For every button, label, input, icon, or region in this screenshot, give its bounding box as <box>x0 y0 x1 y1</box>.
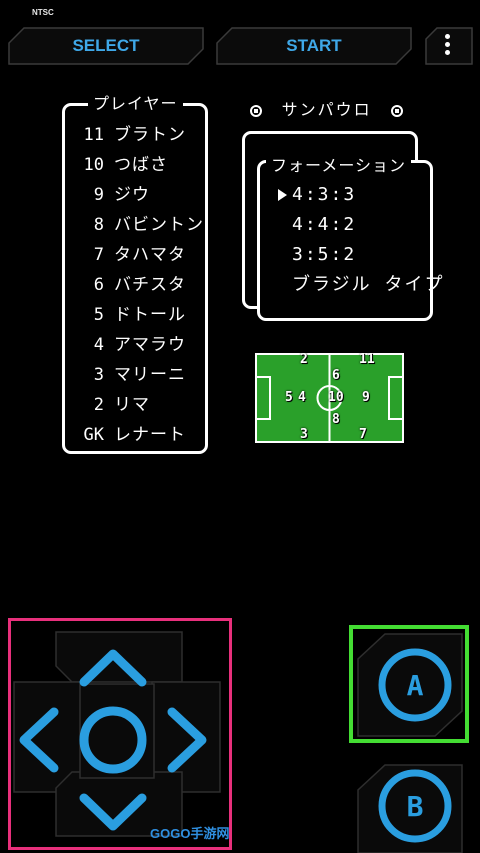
player-row[interactable]: 9 ジウ <box>62 180 202 210</box>
menu-button[interactable] <box>425 27 473 65</box>
player-row[interactable]: GK レナート <box>62 420 202 450</box>
player-name: タハマタ <box>114 245 186 265</box>
team-name: サンパウロ <box>281 100 372 119</box>
formation-option[interactable]: ブラジル タイプ <box>280 270 444 300</box>
player-row[interactable]: 10 つばさ <box>62 150 202 180</box>
player-name: ドトール <box>114 305 186 325</box>
field-position: 10 <box>328 390 344 405</box>
field-position: 9 <box>362 390 370 405</box>
team-name-label: サンパウロ <box>250 96 404 120</box>
player-name: アマラウ <box>114 335 186 355</box>
player-name: ジウ <box>114 185 150 205</box>
player-list-title: プレイヤー <box>88 95 183 113</box>
player-row[interactable]: 2 リマ <box>62 390 202 420</box>
video-mode-label: NTSC <box>32 8 54 17</box>
player-name: リマ <box>114 395 150 415</box>
player-number: GK <box>83 425 104 445</box>
a-button[interactable]: A <box>355 631 465 739</box>
player-number: 10 <box>83 155 104 175</box>
player-row[interactable]: 8 バビントン <box>62 210 204 240</box>
player-row[interactable]: 7 タハマタ <box>62 240 202 270</box>
player-number: 2 <box>93 395 104 415</box>
a-button-label: A <box>407 669 424 702</box>
player-number: 3 <box>93 365 104 385</box>
formation-option-label: 4:4:2 <box>292 214 357 235</box>
field-position: 2 <box>300 352 308 367</box>
formation-option[interactable]: 3:5:2 <box>280 240 356 270</box>
formation-title: フォーメーション <box>266 157 412 175</box>
player-name: バチスタ <box>114 275 186 295</box>
player-name: マリーニ <box>114 365 186 385</box>
select-button[interactable]: SELECT <box>8 27 204 65</box>
watermark: GOGO手游网 <box>150 826 230 841</box>
player-name: つばさ <box>114 155 168 175</box>
select-label: SELECT <box>72 36 140 55</box>
field-position: 7 <box>359 427 367 442</box>
player-row[interactable]: 5 ドトール <box>62 300 202 330</box>
dpad[interactable] <box>12 622 228 846</box>
player-number: 4 <box>93 335 104 355</box>
formation-option-label: 3:5:2 <box>292 244 357 265</box>
field-position: 8 <box>332 412 340 427</box>
ball-icon <box>250 104 262 117</box>
player-row[interactable]: 6 バチスタ <box>62 270 202 300</box>
player-number: 5 <box>93 305 104 325</box>
player-name: ブラトン <box>114 125 186 145</box>
field-position: 5 <box>285 390 293 405</box>
field-position: 11 <box>359 352 375 367</box>
b-button-label: B <box>407 790 424 823</box>
player-row[interactable]: 4 アマラウ <box>62 330 202 360</box>
start-label: START <box>286 36 342 55</box>
player-number: 6 <box>93 275 104 295</box>
formation-field-map: 2 11 6 5 4 10 9 8 3 7 <box>255 352 404 443</box>
player-number: 8 <box>93 215 104 235</box>
field-position: 3 <box>300 427 308 442</box>
b-button[interactable]: B <box>355 762 465 853</box>
player-name: レナート <box>114 425 186 445</box>
formation-option[interactable]: 4:4:2 <box>280 210 356 240</box>
player-number: 9 <box>93 185 104 205</box>
field-position: 4 <box>298 390 306 405</box>
field-position: 6 <box>332 368 340 383</box>
player-number: 7 <box>93 245 104 265</box>
player-name: バビントン <box>114 215 204 235</box>
player-number: 11 <box>83 125 104 145</box>
player-row[interactable]: 3 マリーニ <box>62 360 202 390</box>
start-button[interactable]: START <box>216 27 412 65</box>
selection-cursor-icon <box>278 189 287 201</box>
formation-option-label: 4:3:3 <box>292 184 357 205</box>
player-row[interactable]: 11 ブラトン <box>62 120 202 150</box>
ball-icon <box>391 104 404 117</box>
more-vertical-icon <box>445 34 450 58</box>
formation-option-label: ブラジル タイプ <box>292 274 445 295</box>
formation-option[interactable]: 4:3:3 <box>278 180 357 210</box>
